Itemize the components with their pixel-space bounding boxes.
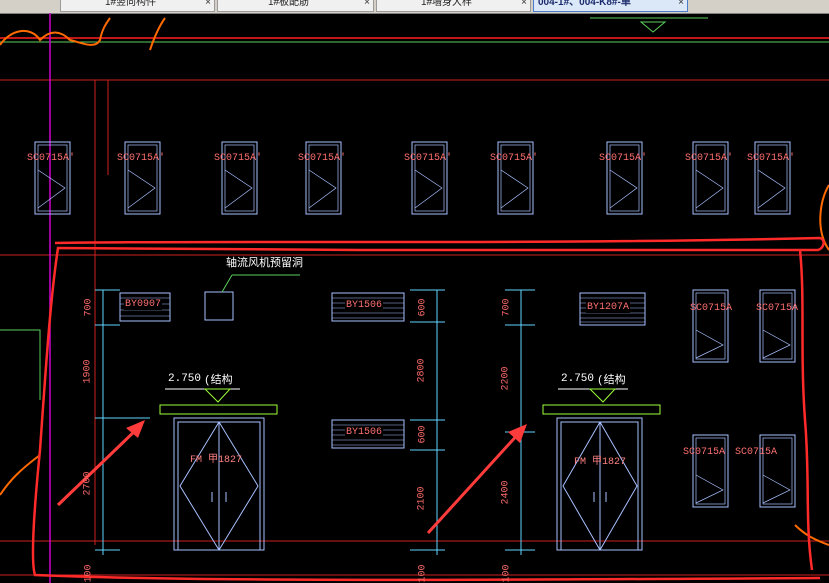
- left-element: [0, 329, 41, 400]
- window-tag: SC0715A': [214, 153, 263, 164]
- vent-tag: BY1207A: [586, 302, 631, 313]
- door-tag: FM 甲1827: [574, 457, 627, 468]
- dimension-text: 600: [417, 425, 429, 444]
- vent-tag: BY0907: [124, 299, 163, 310]
- door-tag: FM 甲1827: [190, 455, 243, 466]
- dimension-text: 100: [417, 564, 429, 583]
- dimension-text: 2100: [416, 486, 428, 511]
- right-window-group: [692, 289, 796, 508]
- cad-drawing-canvas[interactable]: [0, 13, 829, 583]
- lintel: [542, 404, 661, 415]
- close-icon[interactable]: ×: [364, 0, 370, 8]
- dimension-text: 1900: [82, 359, 94, 384]
- dimension-text: 600: [417, 298, 429, 317]
- level-marker: [639, 21, 667, 33]
- window-right: [759, 434, 796, 508]
- leader-line: [221, 274, 233, 293]
- door-right: [556, 417, 643, 551]
- door-left: [173, 417, 265, 551]
- close-icon[interactable]: ×: [521, 0, 527, 8]
- markup-arrows: [56, 420, 527, 535]
- markup-scribble: [794, 524, 829, 546]
- vent-tag: BY1506: [345, 427, 384, 438]
- window-tag: SC0715A': [685, 153, 734, 164]
- drawing-tab-bar: 1#竖向构件 × 1#板配筋 × 1#墙身大样 × 004-1#、004-K8#…: [0, 0, 829, 14]
- dimension-text: 700: [83, 298, 95, 317]
- elevation-marker: [588, 388, 617, 403]
- window-right: [692, 434, 729, 508]
- window-tag: SC0715A': [599, 153, 648, 164]
- vent-tag: BY1506: [345, 300, 384, 311]
- window-tag: SC0715A': [490, 153, 539, 164]
- dimension-text: 2700: [82, 471, 94, 496]
- window-right: [759, 289, 796, 363]
- window-tag: SC0715A': [747, 153, 796, 164]
- tab-wall-detail[interactable]: 1#墙身大样 ×: [376, 0, 531, 12]
- window-tag: SC0715A': [117, 153, 166, 164]
- dimension-text: 700: [501, 298, 513, 317]
- window-right: [692, 289, 729, 363]
- tab-label: 004-1#、004-K8#-单: [538, 0, 631, 8]
- window-tag: SC0715A': [27, 153, 76, 164]
- close-icon[interactable]: ×: [678, 0, 684, 8]
- elevation-marker: [203, 388, 232, 403]
- markup-scribble: [0, 17, 111, 46]
- window-tag: SC0715A: [756, 303, 799, 314]
- close-icon[interactable]: ×: [205, 0, 211, 8]
- elevation-label: (结构: [204, 375, 233, 387]
- dimension-text: 2400: [500, 480, 512, 505]
- dimension-text: 100: [501, 564, 513, 583]
- tab-label: 1#板配筋: [267, 0, 310, 8]
- window-tag: SC0715A': [404, 153, 453, 164]
- elevation-value: 2.750: [168, 373, 202, 385]
- dimension-text: 100: [83, 564, 95, 583]
- dimension-lines: [95, 289, 535, 555]
- window-tag: SC0715A: [735, 447, 778, 458]
- fan-opening: [204, 291, 234, 321]
- tab-vertical-members[interactable]: 1#竖向构件 ×: [60, 0, 215, 12]
- tab-slab-reinforcement[interactable]: 1#板配筋 ×: [217, 0, 374, 12]
- dimension-text: 2200: [500, 366, 512, 391]
- markup-enclosure: [798, 249, 814, 571]
- lintel: [159, 404, 278, 415]
- elevation-label: (结构: [597, 375, 626, 387]
- fan-opening-note: 轴流风机预留洞: [226, 258, 303, 270]
- elevation-value: 2.750: [561, 373, 595, 385]
- vent-bars: [119, 292, 646, 449]
- tab-label: 1#竖向构件: [104, 0, 157, 8]
- markup-enclosure: [31, 236, 825, 582]
- window-tag: SC0715A: [690, 303, 733, 314]
- dimension-text: 2800: [416, 358, 428, 383]
- markup-scribble: [0, 454, 41, 496]
- window-tag: SC0715A: [683, 447, 726, 458]
- markup-scribble: [149, 17, 166, 51]
- window-tag: SC0715A': [298, 153, 347, 164]
- tab-label: 1#墙身大样: [420, 0, 473, 8]
- tab-active-drawing[interactable]: 004-1#、004-K8#-单 ×: [533, 0, 688, 12]
